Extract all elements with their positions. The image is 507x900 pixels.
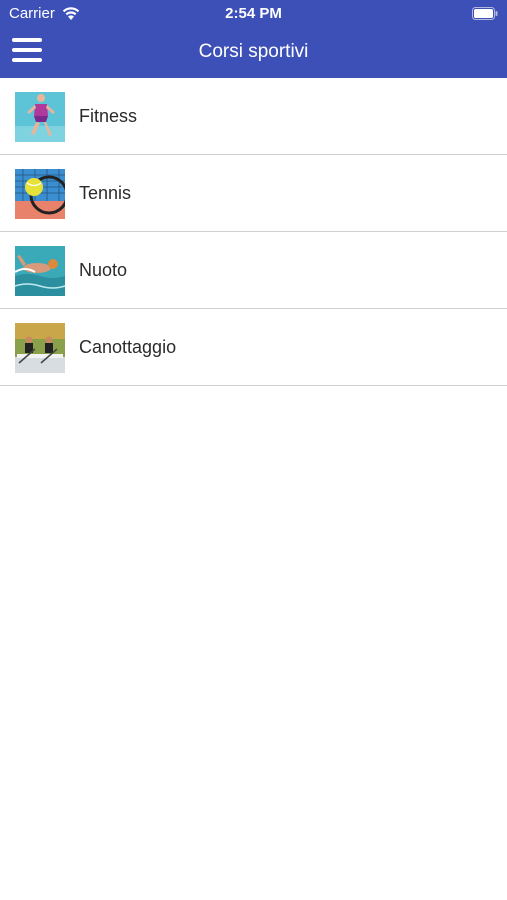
course-label: Nuoto bbox=[79, 260, 128, 280]
course-list: Fitness Tennis Nuoto Canottaggio bbox=[0, 78, 507, 386]
course-label: Tennis bbox=[79, 183, 132, 203]
swimming-thumbnail bbox=[15, 246, 65, 296]
list-item-nuoto[interactable]: Nuoto bbox=[0, 232, 507, 309]
header: Carrier 2:54 PM Corsi sportivi bbox=[0, 0, 507, 78]
list-item-fitness[interactable]: Fitness bbox=[0, 78, 507, 155]
tennis-thumbnail bbox=[15, 169, 65, 219]
list-item-tennis[interactable]: Tennis bbox=[0, 155, 507, 232]
course-label: Canottaggio bbox=[79, 337, 177, 357]
rowing-thumbnail bbox=[15, 323, 65, 373]
fitness-thumbnail bbox=[15, 92, 65, 142]
battery-icon bbox=[472, 7, 498, 20]
app-screen: Carrier 2:54 PM Corsi sportivi Fitness T… bbox=[0, 0, 507, 900]
status-time: 2:54 PM bbox=[225, 5, 282, 22]
course-label: Fitness bbox=[79, 106, 138, 126]
status-bar: Carrier 2:54 PM bbox=[0, 0, 507, 28]
page-title: Corsi sportivi bbox=[198, 41, 309, 62]
list-item-canottaggio[interactable]: Canottaggio bbox=[0, 309, 507, 386]
